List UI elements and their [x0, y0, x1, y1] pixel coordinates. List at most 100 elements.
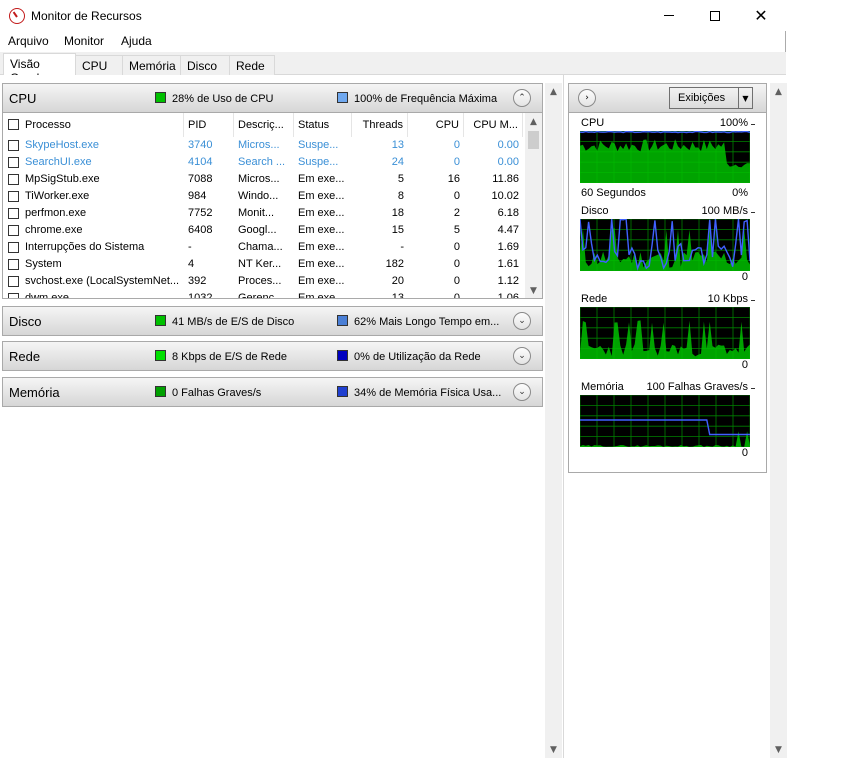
cpu-section-header[interactable]: CPU 28% de Uso de CPU 100% de Frequência…	[2, 83, 543, 113]
row-checkbox[interactable]	[8, 208, 19, 219]
table-row[interactable]: Interrupções do Sistema - Chama... Em exe..…	[3, 239, 525, 256]
row-checkbox[interactable]	[8, 259, 19, 270]
table-row[interactable]: MpSigStub.exe 7088 Micros... Em exe... 5 16 11…	[3, 171, 525, 188]
disk-active-time-legend-swatch	[337, 315, 348, 326]
process-threads: 8	[397, 190, 404, 202]
process-status: Em exe...	[298, 173, 345, 185]
table-row[interactable]: dwm.exe 1032 Gerenc... Em exe... 13 0 1.06	[3, 290, 525, 299]
table-row[interactable]: TiWorker.exe 984 Windo... Em exe... 8 0 10.02	[3, 188, 525, 205]
expand-graphs-button[interactable]: ›	[578, 89, 596, 107]
scroll-up-arrow-icon[interactable]: ▲	[770, 83, 787, 100]
column-threads[interactable]: Threads	[352, 113, 408, 137]
tab-rede[interactable]: Rede	[229, 55, 275, 75]
menu-ajuda[interactable]: Ajuda	[121, 34, 152, 48]
row-checkbox[interactable]	[8, 140, 19, 151]
scroll-thumb[interactable]	[528, 131, 539, 149]
table-header: Processo PID Descriç... Status Threads C…	[3, 113, 525, 137]
process-name: SearchUI.exe	[25, 156, 92, 168]
tab-disco[interactable]: Disco	[180, 55, 230, 75]
network-io-legend: 8 Kbps de E/S de Rede	[172, 351, 287, 363]
graphs-container: CPU 100% 60 Segundos 0% Disco 100 MB/s 0…	[568, 113, 767, 473]
column-descricao[interactable]: Descriç...	[234, 113, 294, 137]
tab-cpu[interactable]: CPU	[75, 55, 123, 75]
memory-section-header[interactable]: Memória 0 Falhas Graves/s 34% de Memória…	[2, 377, 543, 407]
process-cpu: 0	[453, 275, 460, 287]
overview-pane: CPU 28% de Uso de CPU 100% de Frequência…	[0, 75, 562, 758]
column-status[interactable]: Status	[294, 113, 352, 137]
disk-graph-title: Disco	[581, 205, 609, 217]
scroll-down-arrow-icon[interactable]: ▼	[545, 741, 562, 758]
scroll-up-arrow-icon[interactable]: ▲	[525, 113, 542, 130]
network-expand-button[interactable]: ⌄	[513, 347, 531, 365]
cpu-graph-block: CPU 100% 60 Segundos 0%	[577, 117, 762, 201]
select-all-checkbox[interactable]	[8, 119, 19, 130]
menu-monitor[interactable]: Monitor	[64, 34, 104, 48]
views-dropdown-button[interactable]: Exibições ▼	[669, 87, 753, 109]
memory-expand-button[interactable]: ⌄	[513, 383, 531, 401]
table-row[interactable]: System 4 NT Ker... Em exe... 182 0 1.61	[3, 256, 525, 273]
cpu-frequency-legend: 100% de Frequência Máxima	[354, 93, 498, 105]
column-cpu[interactable]: CPU	[408, 113, 464, 137]
memory-used-legend: 34% de Memória Física Usa...	[354, 387, 502, 399]
tab-visao-geral[interactable]: Visão Geral	[3, 53, 76, 85]
process-status: Em exe...	[298, 207, 345, 219]
menu-arquivo[interactable]: Arquivo	[8, 34, 49, 48]
table-row[interactable]: svchost.exe (LocalSystemNet... 392 Proces.…	[3, 273, 525, 290]
process-cpu: 16	[447, 173, 460, 185]
memory-graph-block: Memória 100 Falhas Graves/s 0	[577, 381, 762, 465]
column-cpu-media[interactable]: CPU M...	[464, 113, 523, 137]
overview-scrollbar[interactable]: ▲ ▼	[545, 83, 562, 758]
table-row[interactable]: SkypeHost.exe 3740 Micros... Suspe... 13 0 0.0…	[3, 137, 525, 154]
disk-graph-block: Disco 100 MB/s 0	[577, 205, 762, 289]
row-checkbox[interactable]	[8, 191, 19, 202]
scroll-up-arrow-icon[interactable]: ▲	[545, 83, 562, 100]
process-status: Suspe...	[298, 156, 339, 168]
process-cpu: 0	[453, 156, 460, 168]
row-checkbox[interactable]	[8, 157, 19, 168]
disk-graph	[580, 219, 750, 271]
process-cpu-average: 1.06	[497, 292, 519, 299]
cpu-table-scrollbar[interactable]: ▲ ▼	[525, 113, 542, 298]
column-pid[interactable]: PID	[184, 113, 234, 137]
graphs-scrollbar[interactable]: ▲ ▼	[770, 83, 787, 758]
network-section-header[interactable]: Rede 8 Kbps de E/S de Rede 0% de Utiliza…	[2, 341, 543, 371]
cpu-frequency-legend-swatch	[337, 92, 348, 103]
table-row[interactable]: chrome.exe 6408 Googl... Em exe... 15 5 4.47	[3, 222, 525, 239]
close-button[interactable]: ✕	[738, 0, 784, 31]
table-row[interactable]: SearchUI.exe 4104 Search ... Suspe... 24 0 0.0…	[3, 154, 525, 171]
memory-graph-title: Memória	[581, 381, 624, 393]
cpu-collapse-button[interactable]: ⌃	[513, 89, 531, 107]
chevron-down-icon: ⌄	[518, 351, 526, 361]
column-processo[interactable]: Processo	[21, 113, 184, 137]
title-bar[interactable]: Monitor de Recursos ✕	[0, 0, 786, 31]
window-title: Monitor de Recursos	[31, 9, 142, 23]
tab-memoria[interactable]: Memória	[122, 55, 181, 75]
process-pid: -	[188, 241, 192, 253]
chevron-down-icon: ⌄	[518, 316, 526, 326]
process-cpu: 5	[453, 224, 460, 236]
process-cpu: 0	[453, 241, 460, 253]
row-checkbox[interactable]	[8, 293, 19, 298]
row-checkbox[interactable]	[8, 174, 19, 185]
scroll-down-arrow-icon[interactable]: ▼	[770, 741, 787, 758]
disk-expand-button[interactable]: ⌄	[513, 312, 531, 330]
process-cpu-average: 1.61	[497, 258, 519, 270]
row-checkbox[interactable]	[8, 225, 19, 236]
memory-graph-min: 0	[741, 447, 748, 459]
cpu-graph-max: 100%	[719, 117, 748, 129]
disk-section-title: Disco	[9, 314, 42, 329]
cpu-frequency-trace	[580, 131, 750, 134]
graphs-header: › Exibições ▼	[568, 83, 767, 113]
disk-active-time-legend: 62% Mais Longo Tempo em...	[354, 316, 500, 328]
maximize-button[interactable]	[692, 0, 738, 31]
disk-section-header[interactable]: Disco 41 MB/s de E/S de Disco 62% Mais L…	[2, 306, 543, 336]
dropdown-arrow-icon[interactable]: ▼	[738, 87, 752, 109]
scroll-down-arrow-icon[interactable]: ▼	[525, 282, 542, 298]
process-status: Em exe...	[298, 241, 345, 253]
process-name: SkypeHost.exe	[25, 139, 99, 151]
row-checkbox[interactable]	[8, 276, 19, 287]
minimize-button[interactable]	[646, 0, 692, 31]
row-checkbox[interactable]	[8, 242, 19, 253]
process-cpu-average: 4.47	[497, 224, 519, 236]
table-row[interactable]: perfmon.exe 7752 Monit... Em exe... 18 2 6.18	[3, 205, 525, 222]
